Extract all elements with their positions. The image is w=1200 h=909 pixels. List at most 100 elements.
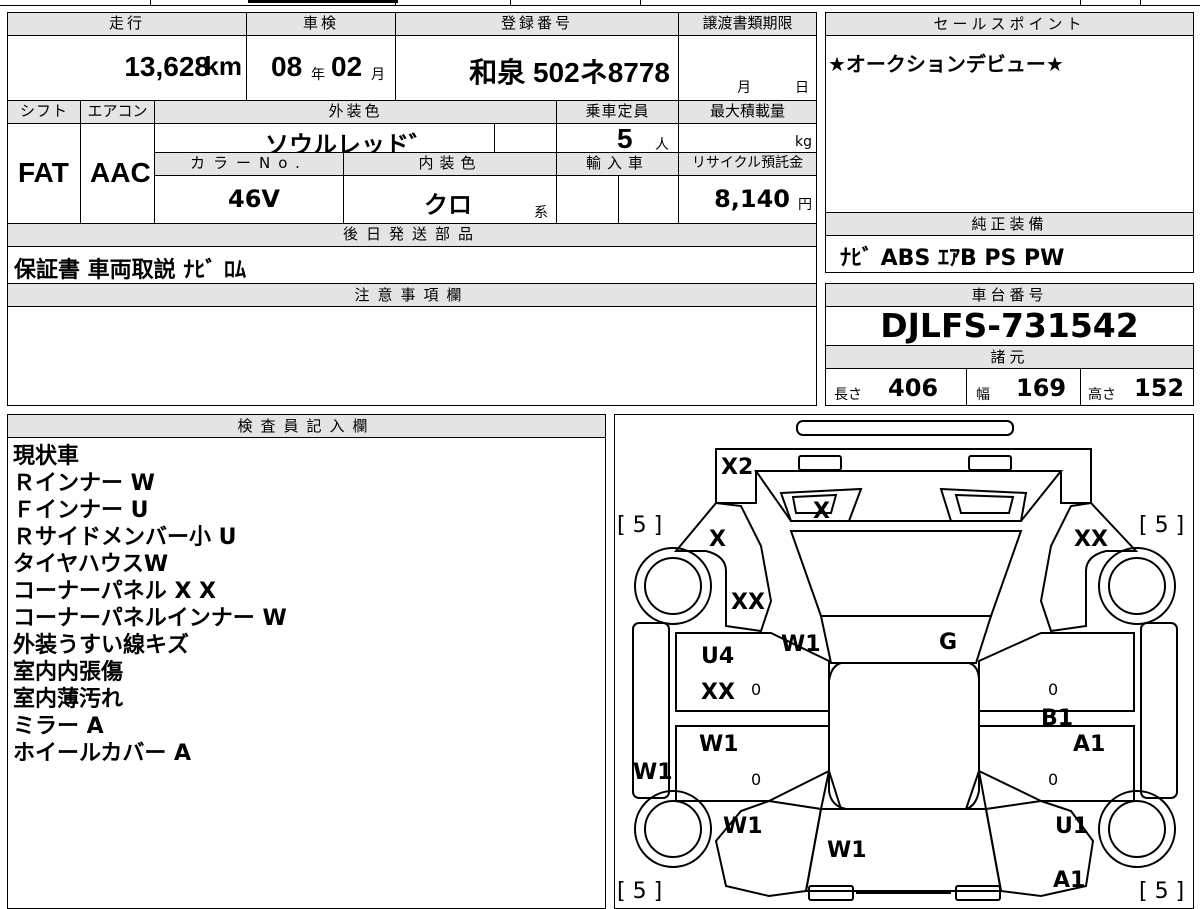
mark-left-fender-top: X [709, 527, 726, 552]
mileage-cell: 13,628 km [7, 35, 247, 101]
mark-left-front-door-1: U4 [701, 644, 734, 669]
tire-mark-rr: [ 5 ] [1139, 879, 1184, 904]
recycle-cell: 8,140 円 [678, 175, 817, 224]
inspection-cell: 08 年 02 月 [246, 35, 396, 101]
tire-mark-fr: [ 5 ] [1139, 513, 1184, 538]
equipment-text: ﾅﾋﾞ ABS ｴｱB PS PW [840, 246, 1065, 271]
zero-mark: 0 [1048, 770, 1058, 789]
colorno-cell: 46V [154, 175, 344, 224]
mark-left-rear-door: W1 [699, 732, 739, 757]
inspector-line: Ｒインナー W [13, 471, 155, 496]
inspector-line: コーナーパネル X X [13, 579, 217, 604]
equipment-panel: 純正装備 ﾅﾋﾞ ABS ｴｱB PS PW [825, 212, 1194, 273]
mileage-value: 13,628 [124, 51, 210, 82]
mark-right-rear-door: A1 [1073, 732, 1105, 757]
aircon-header: エアコン [80, 100, 155, 124]
zero-mark: 0 [1048, 680, 1058, 699]
inspector-line: Ｒサイドメンバー小 U [13, 525, 237, 550]
length-label: 長さ [834, 387, 862, 403]
mark-left-front-door-2: XX [701, 680, 735, 705]
parts-cell: 保証書 車両取説 ﾅﾋﾞ ﾛﾑ [7, 246, 817, 285]
parts-header: 後日発送部品 [7, 223, 817, 247]
zero-mark: 0 [751, 680, 761, 699]
shift-value: FAT [18, 157, 69, 188]
year-unit: 年 [311, 67, 325, 83]
inspector-line: タイヤハウスW [13, 552, 169, 577]
aircon-cell: AAC [80, 123, 155, 224]
shift-cell: FAT [7, 123, 81, 224]
mark-right-rear-fender: U1 [1055, 814, 1088, 839]
exterior-header: 外装色 [154, 100, 557, 124]
chassis-header: 車台番号 [826, 284, 1193, 307]
height-value: 152 [1134, 374, 1185, 402]
mileage-header: 走行 [7, 12, 247, 36]
load-header: 最大積載量 [678, 100, 817, 124]
import-cell-1 [556, 175, 619, 224]
inspector-panel: 検査員記入欄 現状車 Ｒインナー W Ｆインナー U Ｒサイドメンバー小 U タ… [7, 414, 606, 909]
specs-header: 諸元 [826, 346, 1193, 369]
tire-mark-fl: [ 5 ] [617, 513, 662, 538]
car-outline-diagram: [ 5 ] [ 5 ] [ 5 ] [ 5 ] X2 X X XX XX W1 … [617, 420, 1184, 904]
tire-mark-rl: [ 5 ] [617, 879, 662, 904]
shift-header: シフト [7, 100, 81, 124]
transfer-cell: 月 日 [678, 35, 817, 101]
height-label: 高さ [1088, 387, 1116, 403]
mark-windshield-right: G [939, 630, 957, 655]
mark-front-bumper: X2 [721, 455, 753, 480]
load-cell: kg [678, 123, 817, 153]
vehicle-info-table: 走行 車検 登録番号 譲渡書類期限 13,628 km 08 年 02 月 和泉… [7, 12, 817, 285]
capacity-unit: 人 [655, 137, 669, 153]
import-header: 輸入車 [556, 152, 679, 176]
exterior-cell: ソウルレッド゛ [154, 123, 495, 159]
mark-windshield-left: W1 [781, 632, 821, 657]
registration-cell: 和泉 502ネ8778 [395, 35, 679, 101]
mark-rear-window: W1 [827, 838, 867, 863]
mark-left-fender: XX [731, 590, 765, 615]
mark-left-rear-fender: W1 [723, 814, 763, 839]
inspector-line: 室内薄汚れ [13, 687, 124, 712]
mileage-unit: km [204, 51, 242, 81]
inspector-line: Ｆインナー U [13, 498, 149, 523]
transfer-header: 譲渡書類期限 [678, 12, 817, 36]
interior-cell: クロ 系 [343, 175, 557, 224]
width-value: 169 [1016, 374, 1067, 402]
length-value: 406 [888, 374, 939, 402]
recycle-header: リサイクル預託金 [678, 152, 817, 176]
inspector-line: 室内内張傷 [13, 660, 124, 685]
specs-panel: 諸元 長さ 406 幅 169 高さ 152 [825, 345, 1194, 406]
colorno-value: 46V [228, 185, 280, 213]
recycle-unit: 円 [798, 197, 812, 213]
notes-panel: 注意事項欄 [7, 283, 817, 406]
mark-grille: X [813, 499, 830, 524]
load-unit: kg [795, 134, 812, 150]
car-diagram-panel: [ 5 ] [ 5 ] [ 5 ] [ 5 ] X2 X X XX XX W1 … [614, 414, 1194, 909]
mark-rear-right: A1 [1053, 868, 1085, 893]
colorno-header: カラーNo. [154, 152, 344, 176]
interior-unit: 系 [534, 205, 548, 221]
equipment-header: 純正装備 [826, 213, 1193, 236]
mark-left-rocker: W1 [633, 760, 673, 785]
inspection-month: 02 [331, 51, 363, 82]
chassis-number: DJLFS-731542 [880, 306, 1139, 345]
inspector-line: ホイールカバー A [13, 741, 192, 766]
inspector-header: 検査員記入欄 [8, 415, 605, 438]
inspection-header: 車検 [246, 12, 396, 36]
inspector-lines: 現状車 Ｒインナー W Ｆインナー U Ｒサイドメンバー小 U タイヤハウスW … [13, 443, 287, 767]
parts-value: 保証書 車両取説 ﾅﾋﾞ ﾛﾑ [14, 258, 246, 283]
registration-value: 和泉 502ネ8778 [469, 57, 670, 88]
inspector-line: ミラー A [13, 714, 104, 739]
top-strip [0, 0, 1200, 6]
capacity-header: 乗車定員 [556, 100, 679, 124]
width-label: 幅 [976, 387, 990, 403]
mark-right-fender-top: XX [1074, 527, 1108, 552]
exterior-extra-cell [494, 123, 557, 153]
inspector-line: 現状車 [13, 444, 80, 469]
notes-header: 注意事項欄 [8, 284, 816, 307]
import-cell-2 [618, 175, 679, 224]
capacity-cell: 5 人 [556, 123, 679, 154]
zero-mark: 0 [751, 770, 761, 789]
inspector-line: 外装うすい線キズ [13, 633, 190, 658]
transfer-month: 月 [737, 80, 751, 96]
sales-point-panel: セールスポイント ★オークションデビュー★ [825, 12, 1194, 213]
chassis-panel: 車台番号 DJLFS-731542 [825, 283, 1194, 346]
